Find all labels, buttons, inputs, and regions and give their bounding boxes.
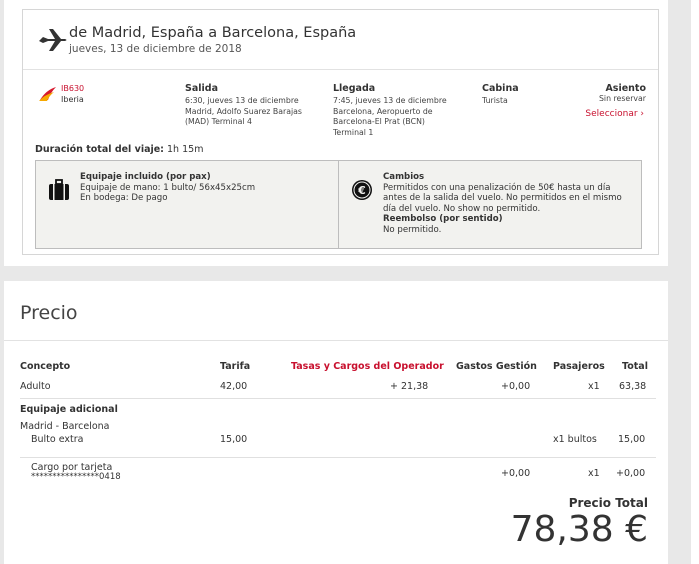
- flight-number: IB630: [61, 84, 85, 93]
- header-fees: Gastos Gestión: [456, 361, 537, 372]
- duration-value: 1h 15m: [167, 144, 204, 155]
- extra-fare: 15,00: [220, 434, 248, 445]
- refund-title: Reembolso (por sentido): [383, 214, 503, 224]
- euro-coin-icon: €: [352, 180, 372, 200]
- changes-text: Cambios Permitidos con una penalización …: [383, 172, 633, 235]
- departure-line: (MAD) Terminal 4: [185, 117, 253, 126]
- extra-total: 15,00: [618, 434, 646, 445]
- adult-total: 63,38: [619, 381, 647, 392]
- changes-section: € Cambios Permitidos con una penalizació…: [338, 161, 641, 248]
- header-total: Total: [622, 361, 648, 372]
- airline-name: Iberia: [61, 95, 84, 104]
- departure-title: Salida: [185, 83, 218, 94]
- scrollbar[interactable]: [691, 0, 699, 564]
- card-number: ****************0418: [31, 472, 121, 482]
- row-divider: [20, 457, 656, 458]
- header-fare: Tarifa: [220, 361, 251, 372]
- departure-line: 6:30, jueves 13 de diciembre: [185, 96, 299, 105]
- adult-concept: Adulto: [20, 381, 51, 392]
- flight-date: jueves, 13 de diciembre de 2018: [69, 43, 242, 55]
- baggage-section: Equipaje incluido (por pax) Equipaje de …: [36, 161, 338, 248]
- extra-route: Madrid - Barcelona: [20, 421, 110, 432]
- departure-info: Salida 6:30, jueves 13 de diciembre Madr…: [185, 83, 302, 128]
- baggage-title: Equipaje incluido (por pax): [80, 172, 211, 182]
- extra-baggage-title: Equipaje adicional: [20, 404, 118, 415]
- departure-line: Madrid, Adolfo Suarez Barajas: [185, 106, 302, 116]
- suitcase-icon: [49, 179, 69, 200]
- adult-pax: x1: [588, 381, 600, 392]
- card-fees: +0,00: [501, 468, 531, 479]
- conditions-box: Equipaje incluido (por pax) Equipaje de …: [35, 160, 642, 249]
- total-amount: 78,38 €: [510, 509, 648, 550]
- adult-taxes: + 21,38: [390, 381, 429, 392]
- trip-duration: Duración total del viaje: 1h 15m: [35, 144, 203, 155]
- header-pax: Pasajeros: [553, 361, 605, 372]
- price-panel: Precio Concepto Tarifa Tasas y Cargos de…: [4, 281, 668, 564]
- arrival-title: Llegada: [333, 83, 376, 94]
- arrival-line: 7:45, jueves 13 de diciembre: [333, 96, 447, 105]
- cabin-title: Cabina: [482, 83, 519, 94]
- header-taxes: Tasas y Cargos del Operador: [291, 361, 444, 372]
- arrival-line: Barcelona-El Prat (BCN): [333, 117, 425, 126]
- divider: [4, 340, 668, 341]
- flight-card: de Madrid, España a Barcelona, España ju…: [22, 9, 659, 255]
- total-label: Precio Total: [568, 496, 648, 510]
- changes-body: Permitidos con una penalización de 50€ h…: [383, 182, 622, 214]
- cabin-info: Cabina Turista: [482, 83, 519, 107]
- baggage-text: Equipaje incluido (por pax) Equipaje de …: [80, 172, 330, 204]
- card-total: +0,00: [616, 468, 646, 479]
- row-divider: [20, 398, 656, 399]
- changes-title: Cambios: [383, 172, 425, 182]
- arrival-info: Llegada 7:45, jueves 13 de diciembre Bar…: [333, 83, 447, 138]
- extra-concept: Bulto extra: [31, 434, 84, 445]
- arrival-line: Barcelona, Aeropuerto de: [333, 106, 433, 116]
- route-title: de Madrid, España a Barcelona, España: [69, 25, 357, 41]
- airplane-icon: [39, 29, 67, 51]
- adult-fees: +0,00: [501, 381, 531, 392]
- select-seat-link[interactable]: Seleccionar ›: [585, 109, 644, 119]
- arrival-line: Terminal 1: [333, 127, 374, 137]
- duration-label: Duración total del viaje:: [35, 144, 164, 155]
- seat-info: Asiento Sin reservar: [599, 83, 646, 103]
- baggage-hand: Equipaje de mano: 1 bulto/ 56x45x25cm: [80, 182, 256, 193]
- seat-title: Asiento: [605, 83, 646, 94]
- card-pax: x1: [588, 468, 600, 479]
- price-title: Precio: [20, 302, 78, 324]
- cabin-value: Turista: [482, 96, 508, 105]
- iberia-logo-icon: [39, 87, 56, 101]
- divider: [23, 69, 658, 70]
- header-concept: Concepto: [20, 361, 71, 372]
- adult-fare: 42,00: [220, 381, 248, 392]
- seat-value: Sin reservar: [598, 94, 646, 103]
- extra-pax: x1 bultos: [553, 434, 597, 445]
- refund-body: No permitido.: [383, 224, 442, 235]
- svg-text:€: €: [357, 184, 366, 197]
- flight-panel: de Madrid, España a Barcelona, España ju…: [4, 0, 668, 266]
- baggage-hold: En bodega: De pago: [80, 193, 168, 203]
